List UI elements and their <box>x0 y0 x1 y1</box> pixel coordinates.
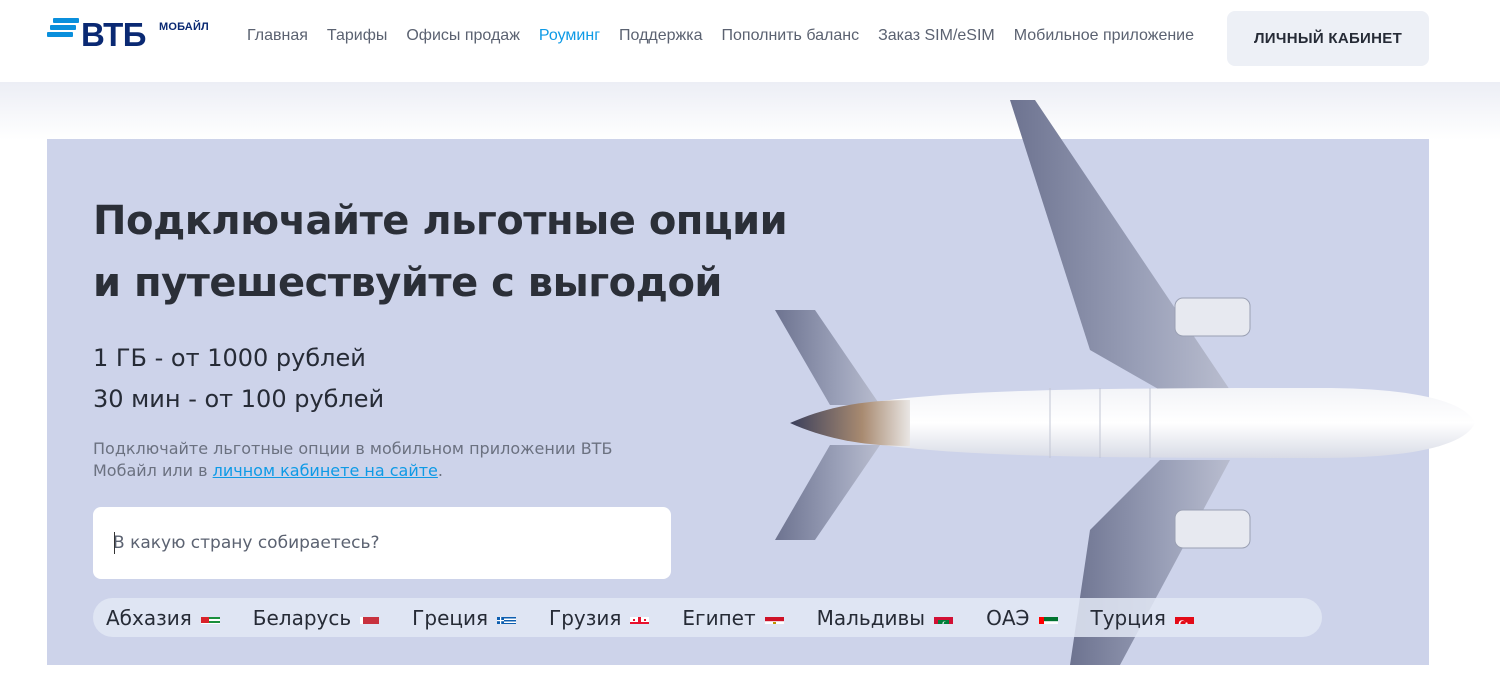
nav-item-home[interactable]: Главная <box>247 27 308 45</box>
site-header: ВТБ МОБАЙЛ Главная Тарифы Офисы продаж Р… <box>0 0 1500 82</box>
price-minutes: 30 мин - от 100 рублей <box>93 385 385 413</box>
nav-item-top-up[interactable]: Пополнить баланс <box>722 27 860 45</box>
country-label: Мальдивы <box>816 605 926 630</box>
personal-account-button[interactable]: ЛИЧНЫЙ КАБИНЕТ <box>1227 11 1429 66</box>
country-label: Абхазия <box>106 605 192 630</box>
country-search-box <box>93 507 671 579</box>
logo-text: ВТБ <box>81 16 146 53</box>
nav-item-tariffs[interactable]: Тарифы <box>327 27 387 45</box>
abkhazia-flag-icon <box>200 611 220 624</box>
greece-flag-icon <box>497 611 517 624</box>
country-label: Грузия <box>549 605 622 630</box>
nav-item-sim-order[interactable]: Заказ SIM/eSIM <box>878 27 995 45</box>
country-chip-uae[interactable]: ОАЭ <box>986 605 1058 630</box>
text-caret <box>114 532 115 554</box>
vtb-mobile-logo[interactable]: ВТБ МОБАЙЛ <box>47 14 222 58</box>
country-label: Египет <box>682 605 756 630</box>
hero-title-line2: и путешествуйте с выгодой <box>93 260 722 306</box>
turkey-flag-icon <box>1174 611 1194 624</box>
popular-countries: Абхазия Беларусь Греция Грузия Египет Ма… <box>93 598 1322 637</box>
nav-item-mobile-app[interactable]: Мобильное приложение <box>1014 27 1194 45</box>
uae-flag-icon <box>1038 611 1058 624</box>
logo-stripes-icon <box>47 18 79 40</box>
nav-item-support[interactable]: Поддержка <box>619 27 702 45</box>
airplane-image <box>775 100 1475 665</box>
personal-account-link[interactable]: личном кабинете на сайте <box>213 461 438 480</box>
country-search-input[interactable] <box>113 529 643 557</box>
belarus-flag-icon <box>360 611 380 624</box>
country-label: Беларусь <box>252 605 352 630</box>
main-nav: Главная Тарифы Офисы продаж Роуминг Подд… <box>247 27 1213 45</box>
country-chip-maldives[interactable]: Мальдивы <box>817 606 954 630</box>
logo-subtext: МОБАЙЛ <box>159 21 209 33</box>
country-chip-abkhazia[interactable]: Абхазия <box>106 606 220 630</box>
country-label: ОАЭ <box>986 605 1030 630</box>
country-label: Греция <box>412 605 489 630</box>
country-chip-turkey[interactable]: Турция <box>1091 606 1194 630</box>
hero-note: Подключайте льготные опции в мобильном п… <box>93 438 653 482</box>
hero-title-line1: Подключайте льготные опции <box>93 198 788 244</box>
egypt-flag-icon <box>764 611 784 624</box>
nav-item-offices[interactable]: Офисы продаж <box>406 27 520 45</box>
country-chip-greece[interactable]: Греция <box>412 605 517 630</box>
hero-title: Подключайте льготные опции и путешествуй… <box>93 190 813 314</box>
country-chip-belarus[interactable]: Беларусь <box>252 605 380 630</box>
country-chip-georgia[interactable]: Грузия <box>549 605 650 630</box>
country-chip-egypt[interactable]: Египет <box>682 605 784 630</box>
nav-item-roaming[interactable]: Роуминг <box>539 27 600 45</box>
georgia-flag-icon <box>630 611 650 624</box>
maldives-flag-icon <box>934 611 954 624</box>
country-label: Турция <box>1090 605 1166 630</box>
price-data: 1 ГБ - от 1000 рублей <box>93 344 366 372</box>
note-end: . <box>437 461 443 480</box>
